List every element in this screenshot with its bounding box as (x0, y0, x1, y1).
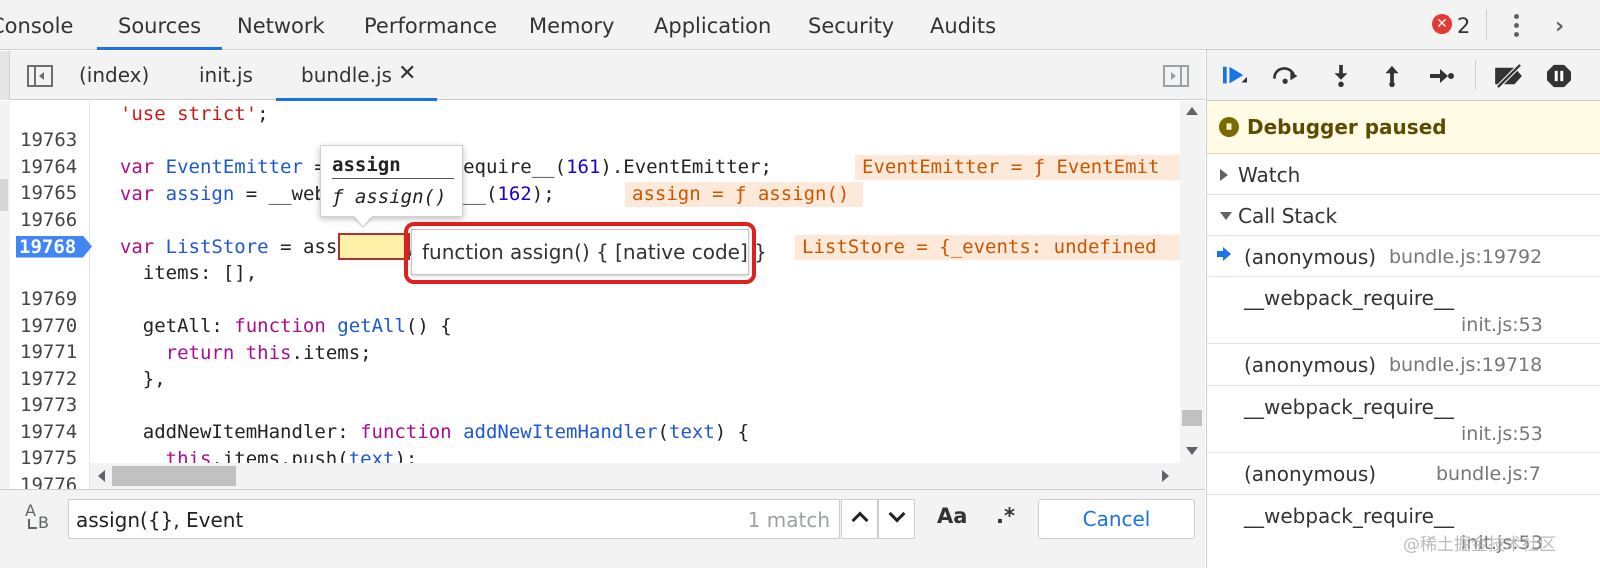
close-tab-icon[interactable]: ✕ (398, 61, 416, 87)
frame-location[interactable]: bundle.js:19792 (1389, 243, 1542, 271)
code-line[interactable]: 19771 getAll: function getAll() { (0, 313, 1180, 363)
tab-performance[interactable]: Performance (364, 0, 497, 50)
frame-function-name: __webpack_require__ (1244, 395, 1454, 419)
step-out-icon[interactable] (1378, 64, 1406, 88)
regex-button[interactable]: .* (996, 504, 1015, 528)
watch-label: Watch (1238, 163, 1301, 187)
debugger-paused-banner: ⏸ Debugger paused (1207, 101, 1600, 154)
watch-section-header[interactable]: Watch (1207, 155, 1600, 195)
current-frame-arrow-icon (1217, 247, 1231, 261)
chevron-down-icon (888, 505, 906, 523)
step-into-icon[interactable] (1327, 64, 1355, 88)
search-input[interactable]: assign({}, Event 1 match (68, 499, 840, 539)
call-stack-label: Call Stack (1238, 204, 1338, 228)
divider (1475, 60, 1476, 90)
watermark: @稀土掘金技术社区 (1403, 535, 1556, 555)
code-editor[interactable]: 19763 'use strict'; 19764 19765 var Even… (0, 101, 1205, 489)
code-line[interactable]: 19770 (0, 287, 1180, 337)
tab-memory[interactable]: Memory (529, 0, 614, 50)
devtools-tab-bar: Console Sources Network Performance Memo… (0, 0, 1600, 50)
hover-popup: assign ƒ assign() (320, 145, 463, 217)
popup-signature[interactable]: ƒ assign() (332, 184, 446, 210)
code-line[interactable]: 19766 var assign = __webpack_require__(1… (0, 181, 1180, 231)
scroll-thumb[interactable] (1182, 410, 1202, 426)
step-icon[interactable] (1427, 64, 1455, 88)
expand-icon (1220, 169, 1228, 181)
call-stack-section-header[interactable]: Call Stack (1207, 196, 1600, 236)
scroll-thumb[interactable] (112, 466, 236, 486)
match-case-button[interactable]: Aa (937, 504, 967, 528)
search-query[interactable]: assign({}, Event (76, 506, 243, 534)
scroll-up-icon[interactable] (1186, 107, 1198, 115)
inline-value: ListStore = {_events: undefined (795, 234, 1180, 260)
call-frame[interactable]: (anonymous) bundle.js:7 (1207, 454, 1600, 495)
resume-icon[interactable] (1221, 64, 1249, 88)
frame-function-name: (anonymous) (1244, 353, 1377, 377)
tab-console[interactable]: Console (0, 0, 73, 50)
frame-location[interactable]: init.js:53 (1461, 420, 1543, 448)
deactivate-breakpoints-icon[interactable] (1491, 64, 1527, 88)
call-frame[interactable]: (anonymous) bundle.js:19792 (1207, 237, 1600, 277)
cancel-button[interactable]: Cancel (1038, 499, 1195, 539)
step-over-icon[interactable] (1272, 64, 1300, 88)
horizontal-scrollbar[interactable] (90, 463, 1180, 489)
frame-function-name: __webpack_require__ (1244, 504, 1454, 528)
frame-location[interactable]: init.js:53 (1461, 311, 1543, 339)
vertical-scrollbar[interactable] (1180, 101, 1205, 489)
popup-title: assign (332, 152, 454, 179)
error-count[interactable]: 2 (1457, 0, 1470, 50)
match-count: 1 match (747, 508, 830, 532)
divider (1486, 10, 1487, 40)
inline-value: assign = ƒ assign() (625, 181, 863, 207)
error-icon[interactable]: ✕ (1432, 14, 1452, 34)
scroll-down-icon[interactable] (1186, 447, 1198, 455)
pause-info-icon: ⏸ (1219, 117, 1239, 137)
code-line[interactable]: 19775 addNewItemHandler: function addNew… (0, 419, 1180, 469)
tab-security[interactable]: Security (808, 0, 894, 50)
code-line[interactable]: 19772 return this.items; (0, 340, 1180, 390)
frame-function-name: (anonymous) (1244, 245, 1377, 269)
debugger-sidebar: ⏸ Debugger paused Watch Call Stack (anon… (1206, 50, 1600, 568)
annotation-highlight-box (404, 222, 756, 284)
frame-location[interactable]: bundle.js:19718 (1389, 351, 1542, 379)
scroll-left-icon[interactable] (98, 470, 105, 482)
call-frame[interactable]: __webpack_require__ init.js:53 (1207, 387, 1600, 453)
code-line[interactable]: 19763 'use strict'; (0, 101, 1180, 151)
frame-function-name: __webpack_require__ (1244, 286, 1454, 310)
popup-pointer (354, 216, 372, 226)
search-match-highlight (338, 233, 410, 260)
frame-location[interactable]: bundle.js:7 (1436, 460, 1541, 488)
more-options-icon[interactable] (1505, 13, 1529, 39)
frame-function-name: (anonymous) (1244, 462, 1377, 486)
call-frame[interactable]: __webpack_require__ init.js:53 (1207, 278, 1600, 344)
toggle-navigator-icon[interactable] (27, 65, 53, 87)
breakpoint-marker[interactable]: 19768 (16, 235, 92, 258)
previous-match-button[interactable] (841, 499, 878, 539)
tab-audits[interactable]: Audits (930, 0, 996, 50)
file-tab-bundle-js[interactable]: bundle.js (276, 51, 437, 101)
inline-value: EventEmitter = ƒ EventEmit (855, 155, 1180, 180)
tab-application[interactable]: Application (654, 0, 771, 50)
file-tab-bar: (index) init.js bundle.js (0, 51, 1205, 101)
code-line[interactable]: 19764 (0, 128, 1180, 178)
collapse-icon (1220, 212, 1232, 220)
close-devtools-icon[interactable]: › (1555, 14, 1564, 39)
replace-toggle-icon[interactable]: AB (25, 501, 55, 535)
next-match-button[interactable] (878, 499, 915, 539)
toggle-debugger-icon[interactable] (1163, 65, 1189, 87)
tab-sources[interactable]: Sources (96, 0, 223, 50)
code-line[interactable]: 19773 }, (0, 366, 1180, 416)
file-tab-init-js[interactable]: init.js (199, 51, 253, 100)
file-tab-index[interactable]: (index) (79, 51, 149, 100)
debugger-toolbar (1207, 50, 1600, 101)
code-line[interactable]: 19765 var EventEmitter = __webpack_requi… (0, 154, 1180, 204)
scroll-right-icon[interactable] (1162, 470, 1169, 482)
chevron-up-icon (851, 511, 869, 529)
pause-on-exceptions-icon[interactable] (1545, 64, 1573, 88)
call-frame[interactable]: (anonymous) bundle.js:19718 (1207, 345, 1600, 386)
paused-status: Debugger paused (1247, 115, 1447, 139)
tab-network[interactable]: Network (237, 0, 325, 50)
code-line[interactable]: 19774 (0, 393, 1180, 443)
